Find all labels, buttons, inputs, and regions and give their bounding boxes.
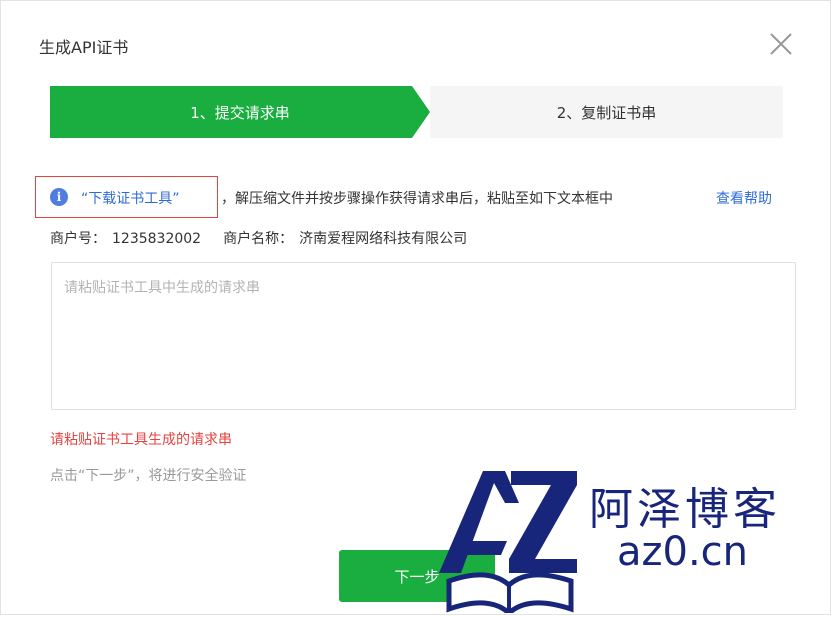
validation-error: 请粘贴证书工具生成的请求串 — [50, 432, 232, 448]
watermark-brand-cn: 阿泽博客 — [589, 484, 781, 535]
security-hint: 点击“下一步”，将进行安全验证 — [50, 468, 247, 484]
dialog-title: 生成API证书 — [39, 38, 129, 57]
merchant-info: 商户号： 1235832002 商户名称： 济南爱程网络科技有限公司 — [50, 228, 473, 248]
watermark-brand-url: az0.cn — [617, 529, 749, 575]
merchant-id-value: 1235832002 — [112, 231, 202, 247]
download-tool-link[interactable]: “下载证书工具” — [81, 188, 180, 208]
step-progress: 1、提交请求串 2、复制证书串 — [50, 86, 783, 138]
merchant-name-label: 商户名称： — [223, 231, 294, 247]
help-link[interactable]: 查看帮助 — [716, 188, 772, 208]
request-string-input[interactable] — [51, 262, 796, 410]
merchant-name-value: 济南爱程网络科技有限公司 — [299, 231, 468, 247]
info-icon: i — [50, 188, 68, 206]
watermark: 阿泽博客 az0.cn — [431, 463, 811, 617]
api-cert-dialog: 生成API证书 1、提交请求串 2、复制证书串 i “下载证书工具” ，解压缩文… — [0, 0, 831, 617]
close-icon[interactable] — [767, 30, 795, 58]
az-logo-icon — [439, 471, 577, 617]
merchant-id-label: 商户号： — [50, 231, 106, 247]
step-copy-cert: 2、复制证书串 — [430, 86, 783, 138]
step-submit-request: 1、提交请求串 — [50, 86, 430, 138]
instruction-text: ，解压缩文件并按步骤操作获得请求串后，粘贴至如下文本框中 — [221, 191, 613, 207]
